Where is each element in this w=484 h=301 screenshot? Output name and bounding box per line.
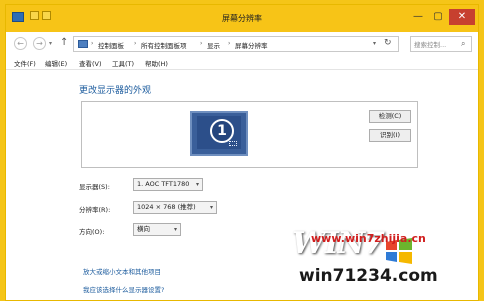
menu-file[interactable]: 文件(F)	[14, 58, 36, 68]
monitor-tile[interactable]: 1	[190, 111, 248, 156]
breadcrumb-separator-icon[interactable]: ›	[134, 40, 136, 47]
display-label: 显示器(S):	[79, 183, 110, 191]
resolution-select-value: 1024 × 768 (推荐)	[137, 203, 196, 211]
display-settings-help-link[interactable]: 我应该选择什么显示器设置?	[83, 284, 164, 294]
maximize-button[interactable]: ▢	[429, 9, 447, 25]
breadcrumb-control-panel[interactable]: 控制面板	[98, 40, 124, 50]
minimize-button[interactable]: —	[409, 9, 427, 25]
control-panel-icon	[78, 40, 88, 48]
identify-button[interactable]: 识别(I)	[369, 129, 411, 142]
watermark-site-1: www.win7zhijia.cn	[311, 232, 426, 245]
orientation-select-value: 横向	[137, 225, 150, 233]
breadcrumb-display[interactable]: 显示	[207, 40, 220, 50]
display-select[interactable]: 1. AOC TFT1780 ▾	[133, 178, 203, 191]
breadcrumb-separator-icon[interactable]: ›	[228, 40, 230, 47]
close-button[interactable]: ✕	[449, 9, 475, 25]
menu-help[interactable]: 帮助(H)	[145, 58, 168, 68]
chevron-down-icon: ▾	[209, 204, 213, 211]
detect-button[interactable]: 检测(C)	[369, 110, 411, 123]
breadcrumb-separator-icon[interactable]: ›	[200, 40, 202, 47]
title-bar: 屏幕分辨率 — ▢ ✕	[6, 5, 478, 32]
up-arrow-icon[interactable]: ↑	[60, 37, 68, 48]
monitor-screen: 1	[197, 116, 241, 149]
monitor-preview-panel: 1 检测(C) 识别(I)	[81, 101, 418, 168]
orientation-label: 方向(O):	[79, 228, 105, 236]
page-title: 更改显示器的外观	[79, 86, 152, 96]
forward-button[interactable]: →	[33, 37, 46, 50]
search-input[interactable]	[414, 39, 458, 50]
address-bar[interactable]: › 控制面板 › 所有控制面板项 › 显示 › 屏幕分辨率 ▾ ↻	[73, 36, 399, 52]
display-select-value: 1. AOC TFT1780	[137, 180, 190, 188]
chevron-down-icon: ▾	[195, 181, 199, 188]
recent-locations-chevron-icon[interactable]: ▾	[49, 40, 52, 47]
breadcrumb-screen-resolution[interactable]: 屏幕分辨率	[235, 40, 268, 50]
menu-edit[interactable]: 编辑(E)	[45, 58, 67, 68]
navigation-bar: ← → ▾ ↑ › 控制面板 › 所有控制面板项 › 显示 › 屏幕分辨率 ▾ …	[6, 35, 478, 55]
menu-view[interactable]: 查看(V)	[79, 58, 102, 68]
chevron-down-icon: ▾	[173, 226, 177, 233]
breadcrumb-all-items[interactable]: 所有控制面板项	[141, 40, 187, 50]
menu-bar: 文件(F) 编辑(E) 查看(V) 工具(T) 帮助(H)	[6, 56, 478, 70]
breadcrumb-separator-icon[interactable]: ›	[91, 40, 93, 47]
search-icon[interactable]: ⌕	[461, 39, 465, 49]
text-size-link[interactable]: 放大或缩小文本和其他项目	[83, 266, 161, 276]
resolution-label: 分辨率(R):	[79, 206, 111, 214]
search-box[interactable]: ⌕	[410, 36, 472, 52]
watermark-site-2: win71234.com	[299, 266, 438, 286]
window-title: 屏幕分辨率	[222, 14, 262, 23]
taskbar-corner-icon	[229, 141, 237, 146]
back-button[interactable]: ←	[14, 37, 27, 50]
address-dropdown-chevron-icon[interactable]: ▾	[373, 40, 376, 47]
refresh-icon[interactable]: ↻	[384, 38, 392, 48]
monitor-number: 1	[210, 119, 234, 143]
menu-tools[interactable]: 工具(T)	[112, 58, 134, 68]
resolution-select[interactable]: 1024 × 768 (推荐) ▾	[133, 201, 217, 214]
orientation-select[interactable]: 横向 ▾	[133, 223, 181, 236]
